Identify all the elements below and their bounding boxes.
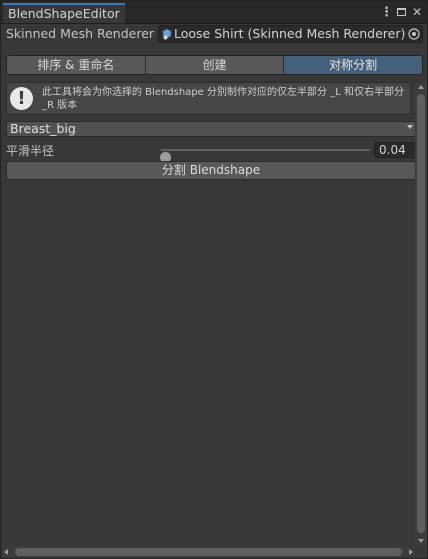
scroll-down-icon[interactable]	[418, 539, 424, 543]
smooth-radius-slider-track[interactable]	[160, 149, 370, 163]
smooth-radius-row: 平滑半径 0.04	[1, 141, 427, 163]
blendshape-dropdown-value: Breast_big	[10, 121, 76, 136]
window-tab-title: BlendShapeEditor	[8, 6, 120, 21]
kebab-menu-icon[interactable]: ⋮	[380, 5, 393, 20]
blendshape-dropdown[interactable]: Breast_big	[6, 121, 416, 137]
skinned-mesh-renderer-label: Skinned Mesh Renderer	[6, 26, 155, 41]
vertical-scrollbar[interactable]	[415, 83, 427, 545]
scroll-up-icon[interactable]	[418, 85, 424, 89]
info-exclamation-icon: !	[10, 87, 33, 110]
chevron-down-icon	[407, 125, 413, 129]
smooth-radius-label: 平滑半径	[6, 144, 55, 158]
skinned-mesh-renderer-row: Skinned Mesh Renderer Loose Shirt (Skinn…	[1, 24, 427, 44]
object-picker-icon[interactable]	[407, 27, 421, 41]
skinned-mesh-icon	[162, 29, 172, 40]
skinned-mesh-renderer-field[interactable]: Loose Shirt (Skinned Mesh Renderer)	[158, 25, 423, 43]
window-controls: ⋮ ✕	[380, 3, 423, 21]
skinned-mesh-renderer-value: Loose Shirt (Skinned Mesh Renderer)	[174, 26, 406, 41]
tab-create[interactable]: 创建	[145, 56, 285, 74]
tab-sort-rename[interactable]: 排序 & 重命名	[7, 56, 146, 74]
maximize-icon[interactable]	[397, 8, 406, 16]
horizontal-scrollbar[interactable]	[2, 546, 415, 558]
split-blendshape-button[interactable]: 分割 Blendshape	[6, 161, 416, 180]
scroll-left-icon[interactable]	[4, 549, 8, 555]
horizontal-scrollbar-thumb[interactable]	[15, 548, 402, 556]
window-tab[interactable]: BlendShapeEditor	[3, 3, 125, 23]
window-tab-bar: BlendShapeEditor ⋮ ✕	[1, 1, 427, 24]
blendshape-editor-window: BlendShapeEditor ⋮ ✕ Skinned Mesh Render…	[0, 0, 428, 559]
tab-symmetric-split[interactable]: 对称分割	[284, 56, 422, 74]
mode-toolbar: 排序 & 重命名 创建 对称分割	[6, 55, 423, 75]
vertical-scrollbar-thumb[interactable]	[417, 94, 425, 533]
help-text: 此工具将会为你选择的 Blendshape 分别制作对应的仅左半部分 _L 和仅…	[42, 87, 404, 111]
help-box: ! 此工具将会为你选择的 Blendshape 分别制作对应的仅左半部分 _L …	[6, 82, 411, 115]
close-icon[interactable]: ✕	[411, 5, 423, 19]
smooth-radius-value-field[interactable]: 0.04	[374, 142, 416, 158]
scroll-right-icon[interactable]	[409, 549, 413, 555]
